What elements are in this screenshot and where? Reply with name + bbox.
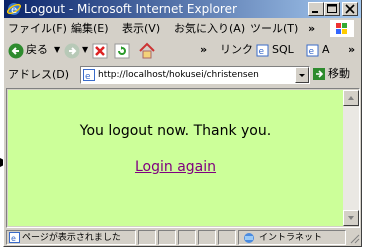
link-a[interactable]: A: [322, 42, 330, 58]
scroll-up-button[interactable]: [343, 90, 359, 106]
home-icon[interactable]: [138, 42, 156, 60]
close-button[interactable]: [342, 2, 358, 16]
content-frame: You logout now. Thank you. Login again: [6, 88, 360, 228]
refresh-icon[interactable]: [114, 43, 130, 59]
menu-favorites[interactable]: お気に入り(A): [174, 22, 245, 35]
scroll-down-icon: [348, 216, 354, 220]
go-button[interactable]: 移動: [328, 67, 350, 81]
page-done-icon: e: [9, 232, 20, 243]
svg-text:e: e: [11, 234, 16, 243]
security-zone-text: イントラネット: [259, 233, 323, 243]
maximize-button[interactable]: [324, 2, 340, 16]
back-dropdown-icon[interactable]: ▼: [54, 42, 60, 58]
links-overflow-chevron[interactable]: »: [348, 42, 355, 58]
status-message-panel: e ページが表示されました: [6, 230, 136, 245]
window-title: Logout - Microsoft Internet Explorer: [24, 2, 237, 16]
title-bar[interactable]: e Logout - Microsoft Internet Explorer: [4, 0, 361, 18]
ie-logo-icon: e: [7, 3, 21, 16]
vertical-scrollbar[interactable]: [343, 90, 359, 226]
maximize-icon: [327, 4, 337, 13]
go-arrow-icon[interactable]: [313, 68, 325, 80]
intranet-globe-icon: [244, 233, 254, 243]
scroll-down-button[interactable]: [343, 210, 359, 226]
status-panel-empty: [198, 230, 216, 245]
svg-text:e: e: [11, 5, 17, 16]
address-label: アドレス(D): [8, 68, 70, 81]
page-body: You logout now. Thank you. Login again: [8, 90, 343, 226]
chevron-down-icon: [299, 74, 305, 77]
page-link-icon: e: [256, 44, 269, 57]
svg-text:e: e: [85, 72, 91, 81]
page-icon: e: [83, 69, 95, 81]
menu-tools[interactable]: ツール(T): [250, 22, 298, 35]
scroll-up-icon: [348, 96, 354, 100]
status-text: ページが表示されました: [22, 233, 121, 243]
menu-view[interactable]: 表示(V): [122, 22, 160, 35]
status-panel-empty: [218, 230, 236, 245]
menu-overflow-chevron[interactable]: »: [308, 22, 315, 35]
forward-arrow-icon[interactable]: [64, 43, 80, 59]
stop-icon[interactable]: [92, 43, 108, 59]
address-url[interactable]: http://localhost/hokusei/christensen: [98, 69, 293, 81]
back-arrow-icon[interactable]: [8, 43, 24, 59]
close-icon: [345, 4, 355, 14]
address-dropdown-button[interactable]: [295, 67, 309, 83]
status-bar: e ページが表示されました イントラネット: [4, 229, 361, 246]
minimize-button[interactable]: [308, 2, 324, 16]
status-panel-empty: [178, 230, 196, 245]
page-link-icon: e: [306, 44, 319, 57]
menu-file[interactable]: ファイル(F): [8, 22, 67, 35]
security-zone-panel: イントラネット: [238, 230, 346, 245]
standard-toolbar: 戻る ▼ ▼ » リンク e SQL e A »: [4, 39, 361, 63]
toolbar-overflow-chevron[interactable]: »: [200, 42, 207, 58]
logout-message: You logout now. Thank you.: [79, 123, 272, 139]
menu-edit[interactable]: 編集(E): [71, 22, 109, 35]
minimize-icon: [312, 11, 318, 13]
address-input[interactable]: e http://localhost/hokusei/christensen: [80, 66, 310, 84]
links-label[interactable]: リンク: [220, 42, 253, 58]
login-again-link[interactable]: Login again: [8, 158, 343, 176]
address-bar: アドレス(D) e http://localhost/hokusei/chris…: [4, 64, 361, 86]
svg-text:e: e: [259, 47, 265, 57]
link-sql[interactable]: SQL: [272, 42, 294, 58]
status-panel-empty: [158, 230, 176, 245]
menu-bar: ファイル(F) 編集(E) 表示(V) お気に入り(A) ツール(T) »: [4, 19, 361, 38]
resize-grip-icon[interactable]: [348, 232, 360, 244]
back-button-label[interactable]: 戻る: [26, 42, 48, 58]
windows-flag-icon: [330, 20, 354, 37]
browser-window: e Logout - Microsoft Internet Explorer フ…: [3, 0, 362, 247]
status-panel-empty: [138, 230, 156, 245]
forward-dropdown-icon[interactable]: ▼: [82, 42, 88, 58]
svg-text:e: e: [309, 47, 315, 57]
